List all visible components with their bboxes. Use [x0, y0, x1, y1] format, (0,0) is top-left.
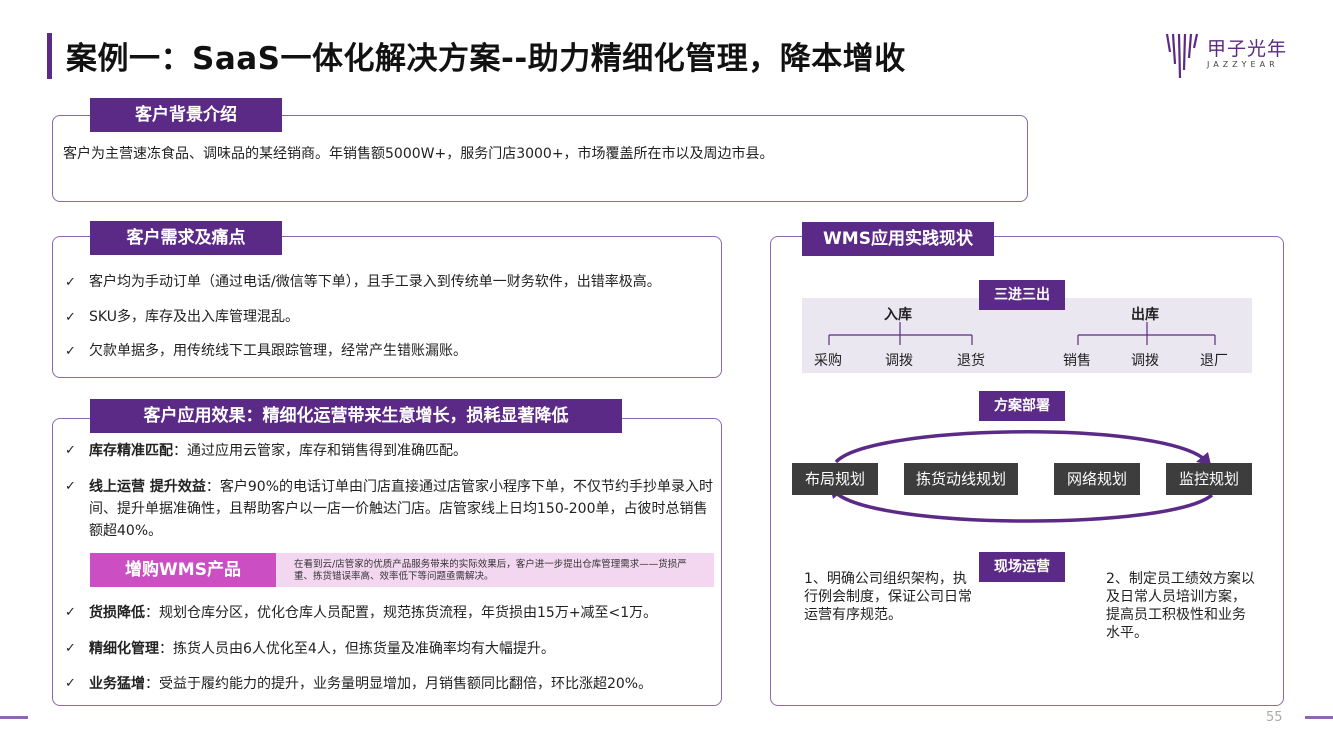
- deployment-tag: 方案部署: [979, 391, 1065, 421]
- page-number: 55: [1266, 710, 1283, 725]
- deploy-item-picking-route: 拣货动线规划: [904, 463, 1018, 495]
- deploy-item-monitoring: 监控规划: [1166, 463, 1252, 495]
- outbound-item: 销售: [1063, 353, 1091, 369]
- outbound-label: 出库: [1131, 307, 1159, 323]
- inbound-label: 入库: [884, 307, 912, 323]
- inbound-item: 退货: [957, 353, 985, 369]
- deploy-item-layout: 布局规划: [792, 463, 878, 495]
- footer-line-left: [0, 716, 28, 719]
- three-in-three-out-tag: 三进三出: [979, 280, 1065, 310]
- operations-point-2: 2、制定员工绩效方案以及日常人员培训方案，提高员工积极性和业务水平。: [1106, 571, 1255, 641]
- footer-line-right: [1305, 716, 1333, 719]
- operations-tag: 现场运营: [979, 552, 1065, 582]
- operations-point-1: 1、明确公司组织架构，执行例会制度，保证公司日常运营有序规范。: [804, 571, 972, 623]
- outbound-item: 调拨: [1131, 353, 1159, 369]
- inbound-item: 调拨: [885, 353, 913, 369]
- inbound-item: 采购: [814, 353, 842, 369]
- deploy-item-network: 网络规划: [1054, 463, 1140, 495]
- outbound-item: 退厂: [1200, 353, 1228, 369]
